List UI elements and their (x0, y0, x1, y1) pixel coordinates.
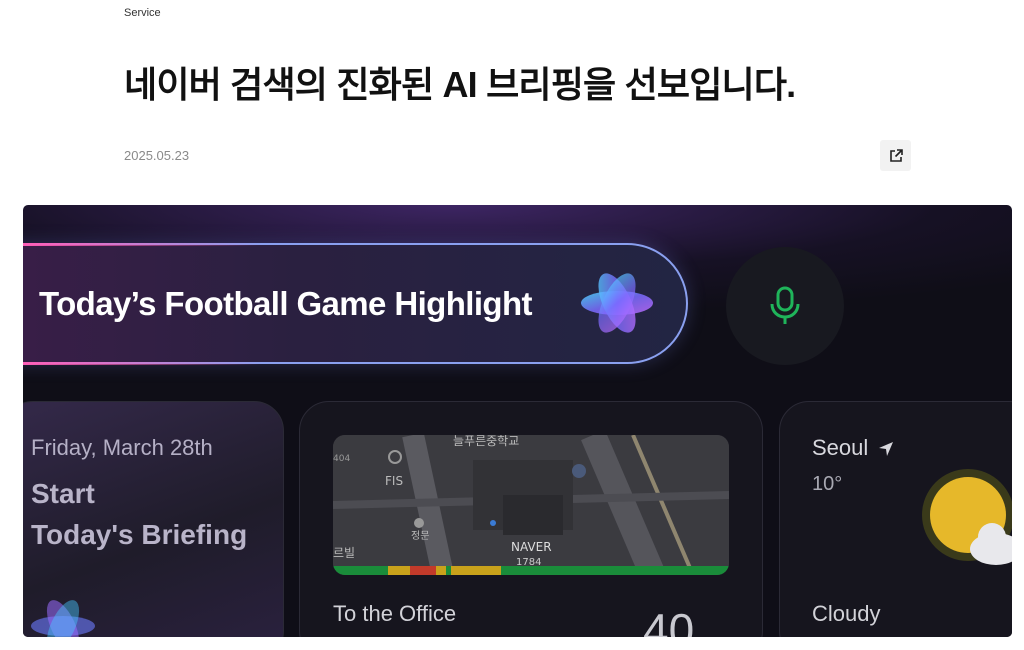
weather-temp: 10° (812, 473, 843, 495)
ai-star-small-icon (31, 600, 95, 637)
category-label[interactable]: Service (124, 7, 161, 19)
briefing-date: Friday, March 28th (31, 435, 213, 460)
commute-minutes: 40 (643, 604, 695, 637)
microphone-button[interactable] (726, 247, 844, 365)
briefing-title-line2: Today's Briefing (31, 519, 248, 550)
weather-city: Seoul (812, 435, 894, 461)
microphone-icon (770, 286, 800, 324)
map-left-label: 르빌 (333, 546, 355, 560)
map-building-label: 정문 (411, 530, 429, 542)
map-fis-label: FIS (385, 474, 403, 488)
pill-bottom-glow (23, 362, 263, 365)
ai-star-icon (581, 273, 653, 333)
publish-date: 2025.05.23 (124, 148, 190, 163)
commute-map[interactable]: 늘푸른중학교 FIS 정문 르빌 404 NAVER 1784 (333, 435, 729, 575)
prompt-text: Today’s Football Game Highlight (39, 285, 533, 322)
map-school-label: 늘푸른중학교 (453, 435, 519, 448)
map-naver-number: 1784 (516, 557, 541, 568)
map-naver-label: NAVER (511, 540, 552, 554)
hero-image: Today’s Football Game Highlight Friday, … (23, 205, 1012, 637)
location-arrow-icon (879, 442, 894, 457)
weather-condition: Cloudy (812, 601, 881, 626)
commute-label: To the Office (333, 601, 457, 626)
pill-top-glow (23, 243, 263, 246)
weather-city-name: Seoul (812, 435, 869, 460)
external-link-icon (889, 148, 903, 162)
share-button[interactable] (880, 140, 911, 171)
briefing-title: Start Today's Briefing (31, 473, 247, 555)
map-road-label: 404 (333, 454, 350, 464)
briefing-title-line1: Start (31, 478, 95, 509)
sun-cloud-icon (922, 469, 1012, 565)
page-title: 네이버 검색의 진화된 AI 브리핑을 선보입니다. (124, 64, 796, 105)
